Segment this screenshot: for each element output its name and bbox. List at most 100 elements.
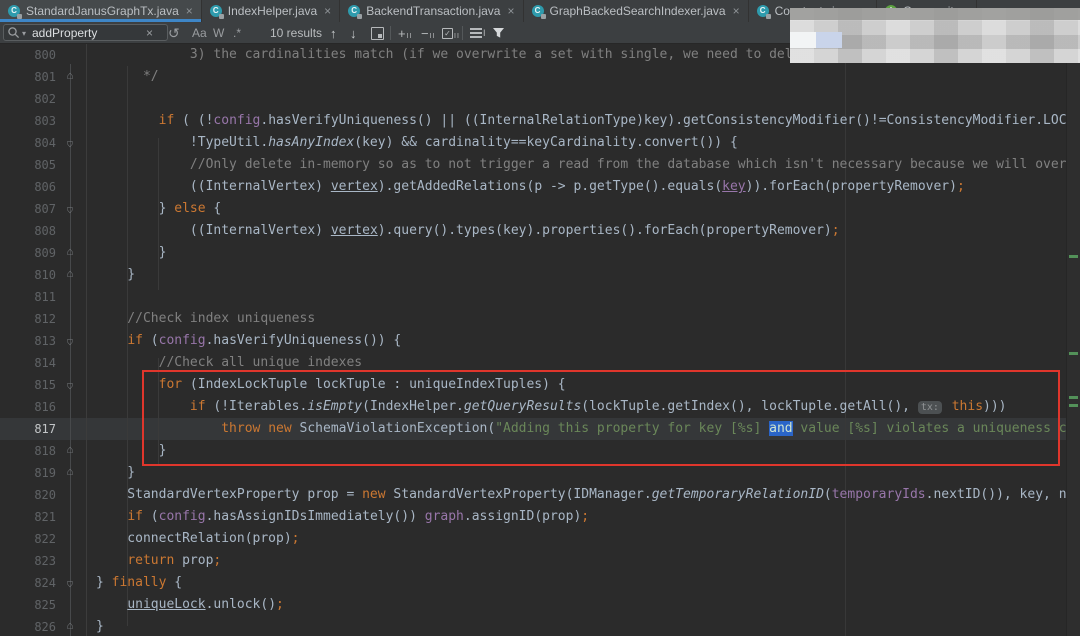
code-line-811[interactable]	[0, 286, 96, 308]
code-line-804[interactable]: !TypeUtil.hasAnyIndex(key) && cardinalit…	[0, 132, 738, 154]
tab-graphbackedsearchindexer-java[interactable]: C GraphBackedSearchIndexer.java ×	[524, 0, 749, 22]
search-result-marker[interactable]	[1069, 255, 1078, 258]
code-line-824[interactable]: } finally {	[0, 572, 182, 594]
regex-toggle[interactable]: .*	[233, 22, 241, 44]
code-line-800[interactable]: 3) the cardinalities match (if we overwr…	[0, 44, 910, 66]
code-line-801[interactable]: */	[0, 66, 159, 88]
redaction-blur-overlay	[790, 8, 1080, 63]
code-token: 3) the cardinalities match (if we overwr…	[96, 47, 910, 62]
search-result-marker[interactable]	[1069, 396, 1078, 399]
right-margin-guide	[845, 44, 846, 636]
results-count: 10 results	[270, 26, 323, 40]
code-token: ((InternalVertex)	[96, 179, 331, 194]
match-case-toggle[interactable]: Aa	[192, 22, 207, 44]
lock-icon	[765, 13, 771, 19]
code-token: prop	[174, 553, 214, 568]
code-token: (	[142, 509, 159, 524]
filter-options-icon[interactable]	[492, 22, 505, 44]
code-line-807[interactable]: } else {	[0, 198, 222, 220]
next-occurrence-button[interactable]: ↓	[350, 22, 357, 44]
tab-standardjanusgraphtx-java[interactable]: C StandardJanusGraphTx.java ×	[0, 0, 202, 22]
tab-label: GraphBackedSearchIndexer.java	[549, 4, 726, 18]
code-line-806[interactable]: ((InternalVertex) vertex).getAddedRelati…	[0, 176, 965, 198]
code-token: (	[142, 333, 159, 348]
code-line-826[interactable]: }	[0, 616, 104, 636]
code-token: graph	[424, 509, 464, 524]
code-token: if	[127, 333, 143, 348]
code-line-819[interactable]: }	[0, 462, 135, 484]
code-token: }	[96, 267, 136, 282]
tab-indexhelper-java[interactable]: C IndexHelper.java ×	[202, 0, 341, 22]
code-token: }	[96, 619, 104, 634]
code-token: .hasAssignIDsImmediately())	[205, 509, 425, 524]
code-token: vertex	[330, 179, 378, 194]
add-occurrence-button[interactable]: + II	[398, 22, 412, 44]
close-tab-icon[interactable]: ×	[186, 5, 193, 17]
tab-backendtransaction-java[interactable]: C BackendTransaction.java ×	[340, 0, 524, 22]
code-token: getTemporaryRelationID	[651, 487, 824, 502]
scrollbar-error-stripe[interactable]	[1066, 44, 1080, 636]
code-token: config	[158, 509, 206, 524]
code-token: //Only delete in-memory so as to not tri…	[96, 157, 1080, 172]
code-token: ;	[291, 531, 300, 546]
class-file-icon: C	[348, 4, 363, 19]
tab-label: StandardJanusGraphTx.java	[26, 4, 179, 18]
code-token: hasAnyIndex	[268, 135, 355, 150]
code-token: ).query().types(key).properties().forEac…	[377, 223, 832, 238]
code-token: }	[96, 465, 136, 480]
code-line-825[interactable]: uniqueLock.unlock();	[0, 594, 284, 616]
code-line-805[interactable]: //Only delete in-memory so as to not tri…	[0, 154, 1080, 176]
annotation-red-box	[142, 370, 1060, 466]
close-tab-icon[interactable]: ×	[324, 5, 331, 17]
code-token: }	[96, 245, 167, 260]
code-line-813[interactable]: if (config.hasVerifyUniqueness()) {	[0, 330, 401, 352]
code-line-821[interactable]: if (config.hasAssignIDsImmediately()) gr…	[0, 506, 589, 528]
code-line-802[interactable]	[0, 88, 96, 110]
class-file-icon: C	[531, 4, 546, 19]
lock-icon	[218, 13, 224, 19]
code-token: config	[213, 113, 261, 128]
ide-window: C StandardJanusGraphTx.java × C IndexHelper.…	[0, 0, 1080, 636]
code-token: (	[823, 487, 832, 502]
search-result-marker[interactable]	[1069, 404, 1078, 407]
code-line-803[interactable]: if ( (!config.hasVerifyUniqueness() || (…	[0, 110, 1080, 132]
code-line-810[interactable]: }	[0, 264, 135, 286]
search-icon[interactable]: ▾	[7, 22, 26, 44]
search-result-marker[interactable]	[1069, 352, 1078, 355]
code-token: .assignID(prop)	[463, 509, 582, 524]
code-token: {	[205, 201, 222, 216]
code-line-809[interactable]: }	[0, 242, 167, 264]
code-line-812[interactable]: //Check index uniqueness	[0, 308, 315, 330]
code-line-808[interactable]: ((InternalVertex) vertex).query().types(…	[0, 220, 840, 242]
code-token: config	[158, 333, 206, 348]
code-line-820[interactable]: StandardVertexProperty prop = new Standa…	[0, 484, 1080, 506]
class-file-icon: C	[756, 4, 771, 19]
code-line-823[interactable]: return prop;	[0, 550, 221, 572]
filter-lines-button[interactable]: I	[470, 22, 486, 44]
search-input[interactable]	[32, 25, 144, 40]
code-token: temporaryIds	[831, 487, 926, 502]
whole-words-toggle[interactable]: W	[213, 22, 224, 44]
code-token: ;	[831, 223, 840, 238]
code-token: ( (!	[174, 113, 214, 128]
clear-search-icon[interactable]: ×	[146, 22, 153, 44]
code-token: return	[127, 553, 175, 568]
code-token: */	[96, 69, 159, 84]
code-editor[interactable]: 800 801 ⌂ 802 803 804 ⌂ 805 806 807 ⌂ 808 809 ⌂ 810 ⌂ 81…	[0, 44, 1080, 636]
select-all-occurrences-button[interactable]: ✓ II	[442, 22, 460, 44]
remove-occurrence-button[interactable]: − II	[421, 22, 435, 44]
open-in-find-window-button[interactable]	[371, 22, 384, 44]
previous-occurrence-button[interactable]: ↑	[330, 22, 337, 44]
code-token: if	[127, 509, 143, 524]
lock-icon	[357, 13, 363, 19]
search-history-icon[interactable]: ↺	[168, 22, 180, 44]
code-line-822[interactable]: connectRelation(prop);	[0, 528, 300, 550]
lock-icon	[540, 13, 546, 19]
close-tab-icon[interactable]: ×	[733, 5, 740, 17]
code-token: StandardVertexProperty prop =	[96, 487, 363, 502]
code-token: ;	[581, 509, 590, 524]
close-tab-icon[interactable]: ×	[507, 5, 514, 17]
